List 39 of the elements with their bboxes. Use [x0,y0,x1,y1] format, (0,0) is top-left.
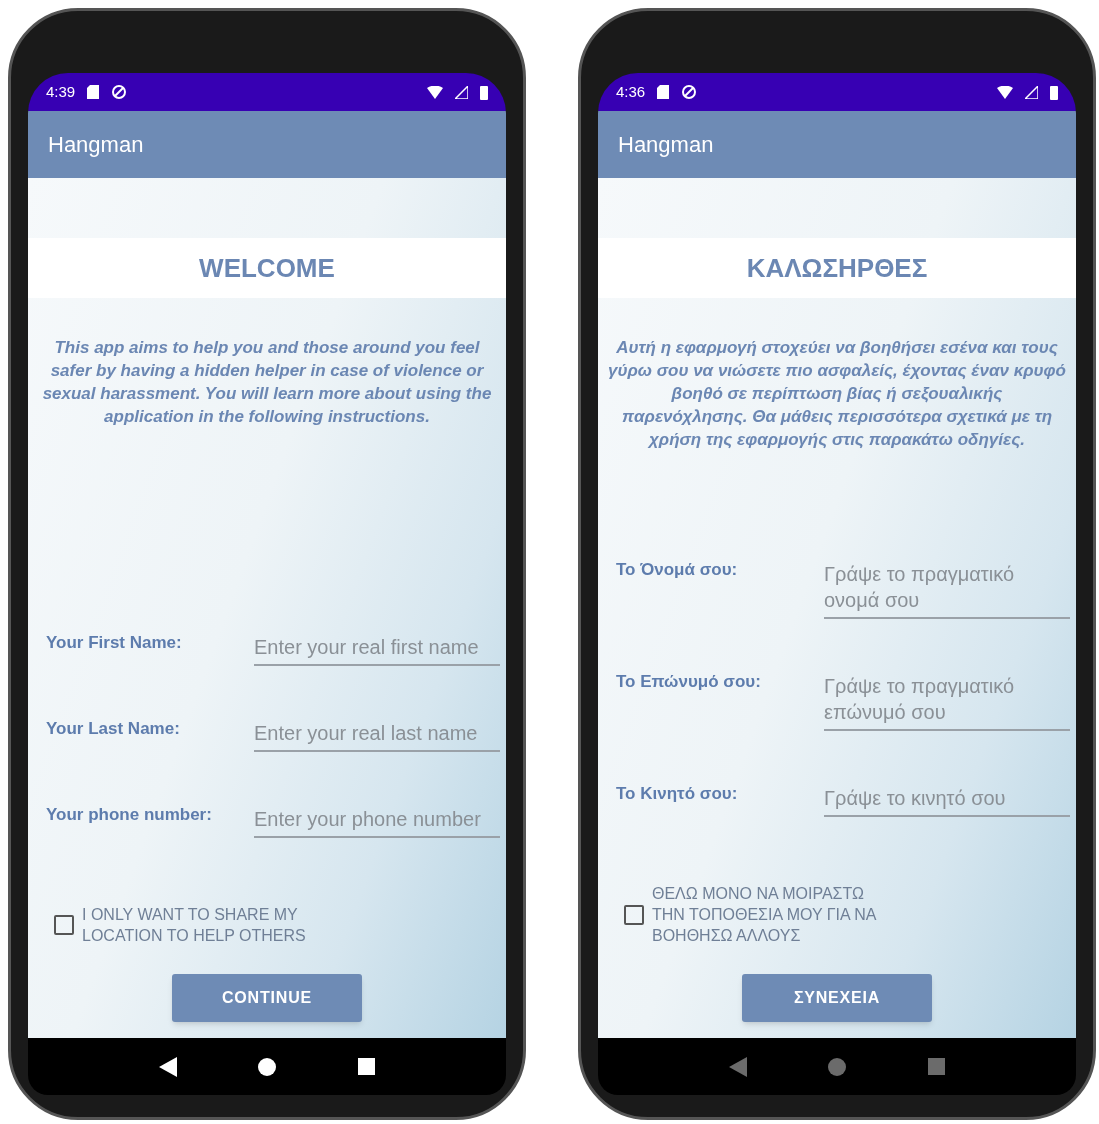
field-label: Το Κινητό σου: [616,783,739,805]
field-label: Το Επώνυμό σου: [616,671,762,693]
wifi-icon [997,85,1013,99]
checkbox[interactable] [624,904,644,925]
intro-paragraph: Αυτή η εφαρμογή στοχεύει να βοηθήσει εσένα και τους γύρω σου να νιώσετε πιο ασφαλείς, έχοντας έναν κρυφό βοηθό σε περίπτωση βίας ή σεξουαλικής παρενόχλησης. Θα μάθεις περισσότερα σχετικά με τη χρήση της εφαρμογής στις παρακάτω οδηγίες. [607,337,1067,451]
input-field[interactable]: Enter your real last name [254,710,500,752]
circle-icon [681,84,698,100]
input-field[interactable]: Enter your phone number [254,796,500,838]
input-field[interactable]: Γράψε το κινητό σου [824,775,1070,817]
continue-button[interactable]: ΣΥΝΕΧΕΙΑ [742,974,932,1022]
input-field[interactable]: Γράψε το πραγματικό επώνυμό σου [824,663,1070,731]
signal-icon [455,85,468,99]
wifi-icon [427,85,443,99]
checkbox-label: ΘΕΛΩ ΜΟΝΟ ΝΑ ΜΟΙΡΑΣΤΩ ΤΗΝ ΤΟΠΟΘΕΣΙΑ ΜΟΥ ΓΙΑ ΝΑ ΒΟΗΘΗΣΩ ΑΛΛΟΥΣ [652,884,878,946]
continue-button[interactable]: CONTINUE [172,974,362,1022]
app-title: Hangman [48,131,144,159]
status-time: 4:39 [46,81,76,102]
sd-card-icon [657,85,670,99]
sd-card-icon [87,85,100,99]
welcome-heading: WELCOME [199,251,335,285]
recents-icon[interactable] [358,1058,376,1075]
battery-icon [480,84,488,100]
battery-icon [1050,84,1058,100]
checkbox[interactable] [54,915,74,935]
signal-icon [1025,85,1038,99]
field-label: Your First Name: [46,632,183,654]
field-label: Το Όνομά σου: [616,559,739,581]
welcome-heading: ΚΑΛΩΣΗΡΘΕΣ [746,251,928,285]
input-field[interactable]: Γράψε το πραγματικό ονομά σου [824,551,1070,619]
home-icon[interactable] [258,1057,277,1076]
status-time: 4:36 [616,81,646,102]
checkbox-label: I ONLY WANT TO SHARE MY LOCATION TO HELP OTHERS [82,905,307,946]
field-label: Your Last Name: [46,718,181,740]
back-icon[interactable] [158,1056,177,1077]
circle-icon [111,84,128,100]
app-title: Hangman [618,131,714,159]
intro-paragraph: This app aims to help you and those around you feel safer by having a hidden helper in case of violence or sexual harassment. You will learn more about using the application in the following instructions. [41,337,493,428]
input-field[interactable]: Enter your real first name [254,624,500,666]
field-label: Your phone number: [46,804,213,826]
